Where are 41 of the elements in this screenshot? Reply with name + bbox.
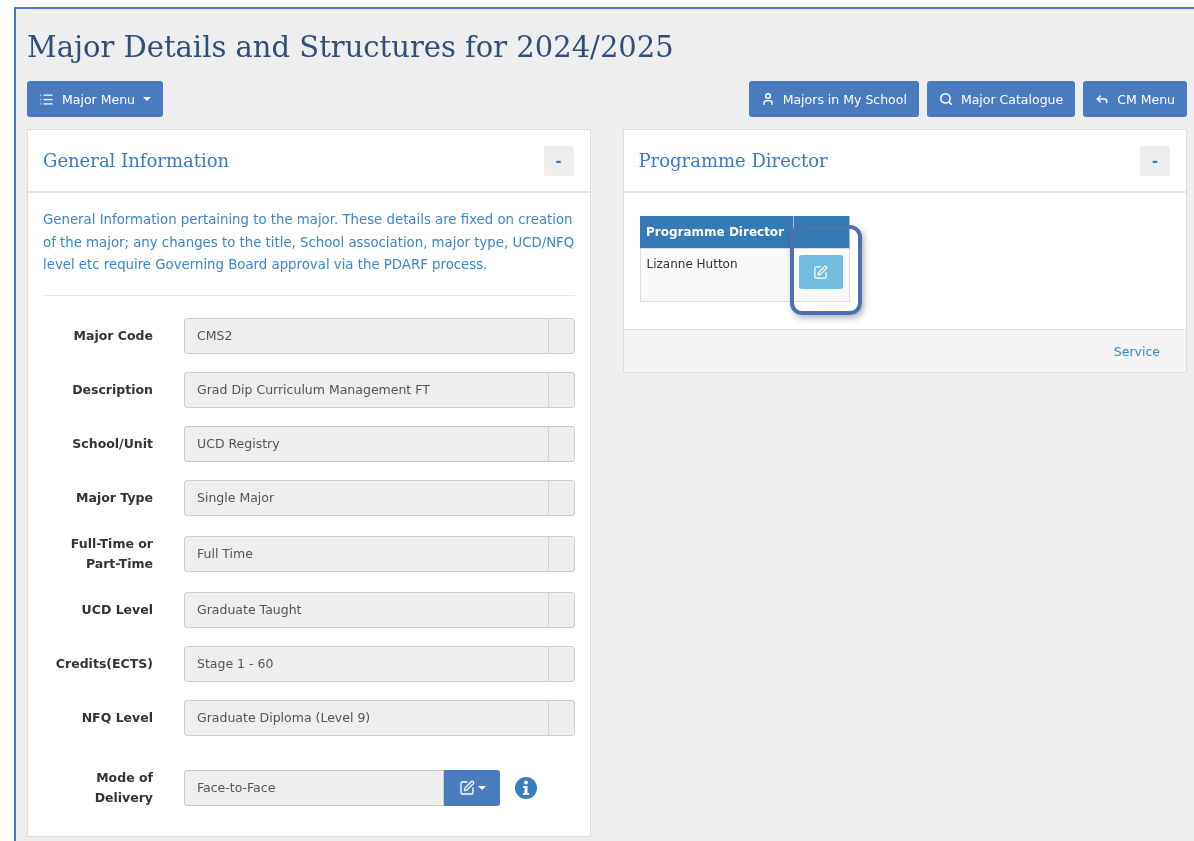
search-icon: [938, 92, 953, 106]
info-icon[interactable]: [514, 775, 538, 800]
edit-icon: [458, 779, 475, 796]
table-cell: Lizanne Hutton: [640, 248, 793, 302]
header-button[interactable]: Majors in My School: [748, 81, 919, 117]
readonly-field[interactable]: Grad Dip Curriculum Management FT: [184, 371, 575, 408]
panel-description: General Information pertaining to the major. These details are fixed on creation of the major; any changes to the title, School association, major type, UCD/NFQ level etc require Governing Board approval via the PDARF process.: [43, 209, 575, 296]
edit-dropdown-button[interactable]: [444, 769, 500, 806]
field-label: NFQ Level: [80, 708, 153, 727]
caret-icon: [143, 97, 151, 101]
readonly-field[interactable]: Graduate Diploma (Level 9): [184, 699, 575, 736]
readonly-field[interactable]: Full Time: [184, 535, 575, 572]
list-icon: [39, 91, 54, 107]
column-header: Programme Director: [640, 216, 793, 249]
field-label: Major Code: [72, 326, 153, 345]
page-title: Major Details and Structures for 2024/2025: [27, 29, 675, 66]
collapse-button[interactable]: -: [543, 145, 574, 176]
field-label: Full-Time or Part-Time: [69, 534, 153, 573]
field-label: School/Unit: [71, 434, 153, 453]
header-button[interactable]: CM Menu: [1083, 81, 1187, 117]
major-menu-button[interactable]: Major Menu: [27, 81, 163, 117]
field-label: Mode of Delivery: [93, 768, 153, 807]
readonly-field[interactable]: Graduate Taught: [184, 591, 575, 628]
header-button[interactable]: Major Catalogue: [926, 81, 1076, 117]
mode-field[interactable]: Face-to-Face: [184, 769, 444, 806]
field-label: Description: [71, 380, 153, 399]
field-label: UCD Level: [80, 600, 153, 619]
edit-icon: [813, 264, 828, 280]
caret-icon: [477, 785, 486, 790]
readonly-field[interactable]: CMS2: [184, 317, 575, 354]
panel-title: Programme Director: [638, 150, 828, 171]
readonly-field[interactable]: UCD Registry: [184, 425, 575, 462]
collapse-button[interactable]: -: [1140, 145, 1170, 176]
readonly-field[interactable]: Single Major: [184, 479, 575, 516]
reply-icon: [1095, 92, 1110, 106]
field-label: Major Type: [75, 488, 153, 507]
field-label: Credits(ECTS): [54, 654, 153, 673]
readonly-field[interactable]: Stage 1 - 60: [184, 645, 575, 682]
service-link[interactable]: Service: [1113, 343, 1160, 359]
panel-title: General Information: [43, 150, 230, 171]
user-icon: [760, 92, 775, 106]
